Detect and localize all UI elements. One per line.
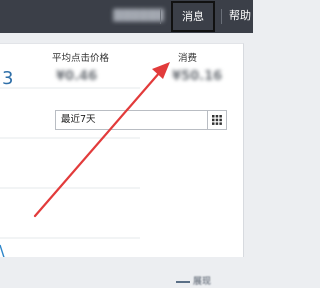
legend-swatch: [176, 281, 190, 283]
legend-label: 展现: [193, 277, 212, 287]
annotation-arrow: [33, 62, 170, 218]
